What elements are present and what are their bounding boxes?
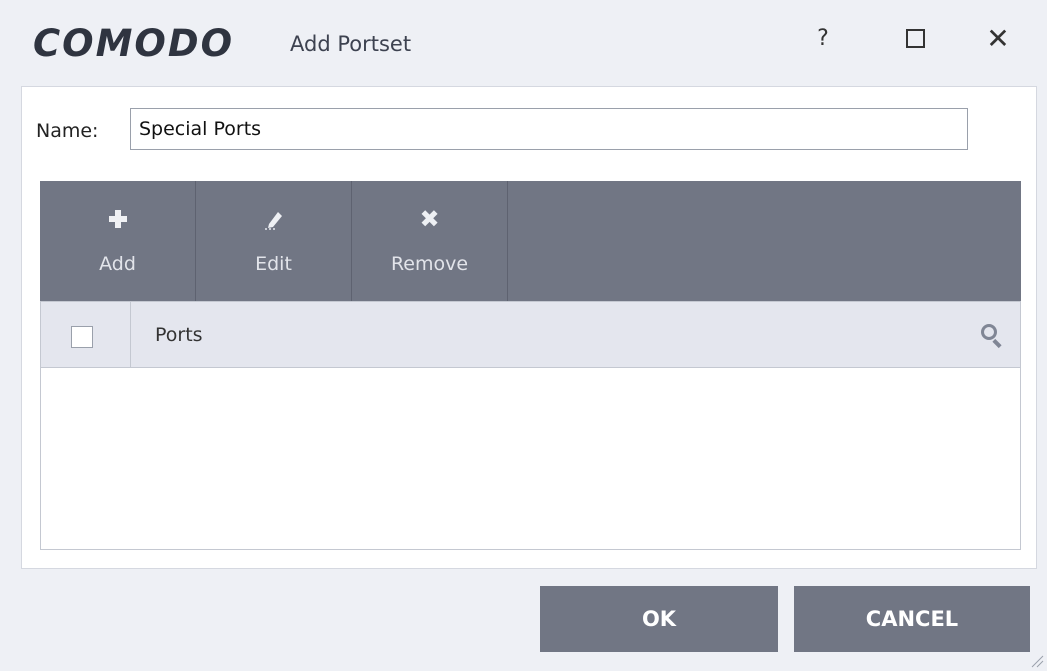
toolbar: Add Edit ✖ Remove bbox=[40, 181, 1021, 301]
add-button[interactable]: Add bbox=[40, 181, 196, 301]
search-icon[interactable] bbox=[979, 322, 1005, 349]
select-all-checkbox[interactable] bbox=[71, 326, 93, 348]
ports-table: Ports bbox=[40, 301, 1021, 550]
close-icon: ✕ bbox=[986, 21, 1010, 55]
ports-column-header[interactable]: Ports bbox=[155, 324, 203, 346]
x-icon: ✖ bbox=[419, 205, 440, 233]
title-bar[interactable]: COMODO Add Portset ? ✕ bbox=[0, 0, 1047, 80]
name-label: Name: bbox=[36, 120, 99, 142]
help-icon: ? bbox=[817, 25, 829, 51]
resize-grip-icon[interactable] bbox=[1030, 652, 1044, 668]
add-button-label: Add bbox=[99, 253, 136, 275]
dialog-title: Add Portset bbox=[290, 32, 412, 56]
comodo-logo: COMODO bbox=[33, 22, 235, 65]
select-all-cell bbox=[41, 302, 131, 368]
add-portset-dialog: COMODO Add Portset ? ✕ Name: Add bbox=[0, 0, 1047, 671]
edit-button[interactable]: Edit bbox=[196, 181, 352, 301]
maximize-icon bbox=[905, 28, 925, 48]
remove-button-label: Remove bbox=[390, 253, 469, 275]
remove-button[interactable]: ✖ Remove bbox=[352, 181, 508, 301]
edit-button-label: Edit bbox=[255, 253, 292, 275]
ok-button[interactable]: OK bbox=[540, 586, 778, 652]
help-button[interactable]: ? bbox=[803, 18, 843, 58]
maximize-button[interactable] bbox=[895, 18, 935, 58]
close-button[interactable]: ✕ bbox=[978, 18, 1018, 58]
plus-icon bbox=[108, 210, 127, 228]
table-header: Ports bbox=[41, 302, 1020, 368]
pencil-icon bbox=[264, 212, 282, 230]
name-input[interactable] bbox=[130, 108, 968, 150]
cancel-button[interactable]: CANCEL bbox=[794, 586, 1030, 652]
content-panel: Name: Add Edit ✖ Remo bbox=[21, 86, 1037, 569]
